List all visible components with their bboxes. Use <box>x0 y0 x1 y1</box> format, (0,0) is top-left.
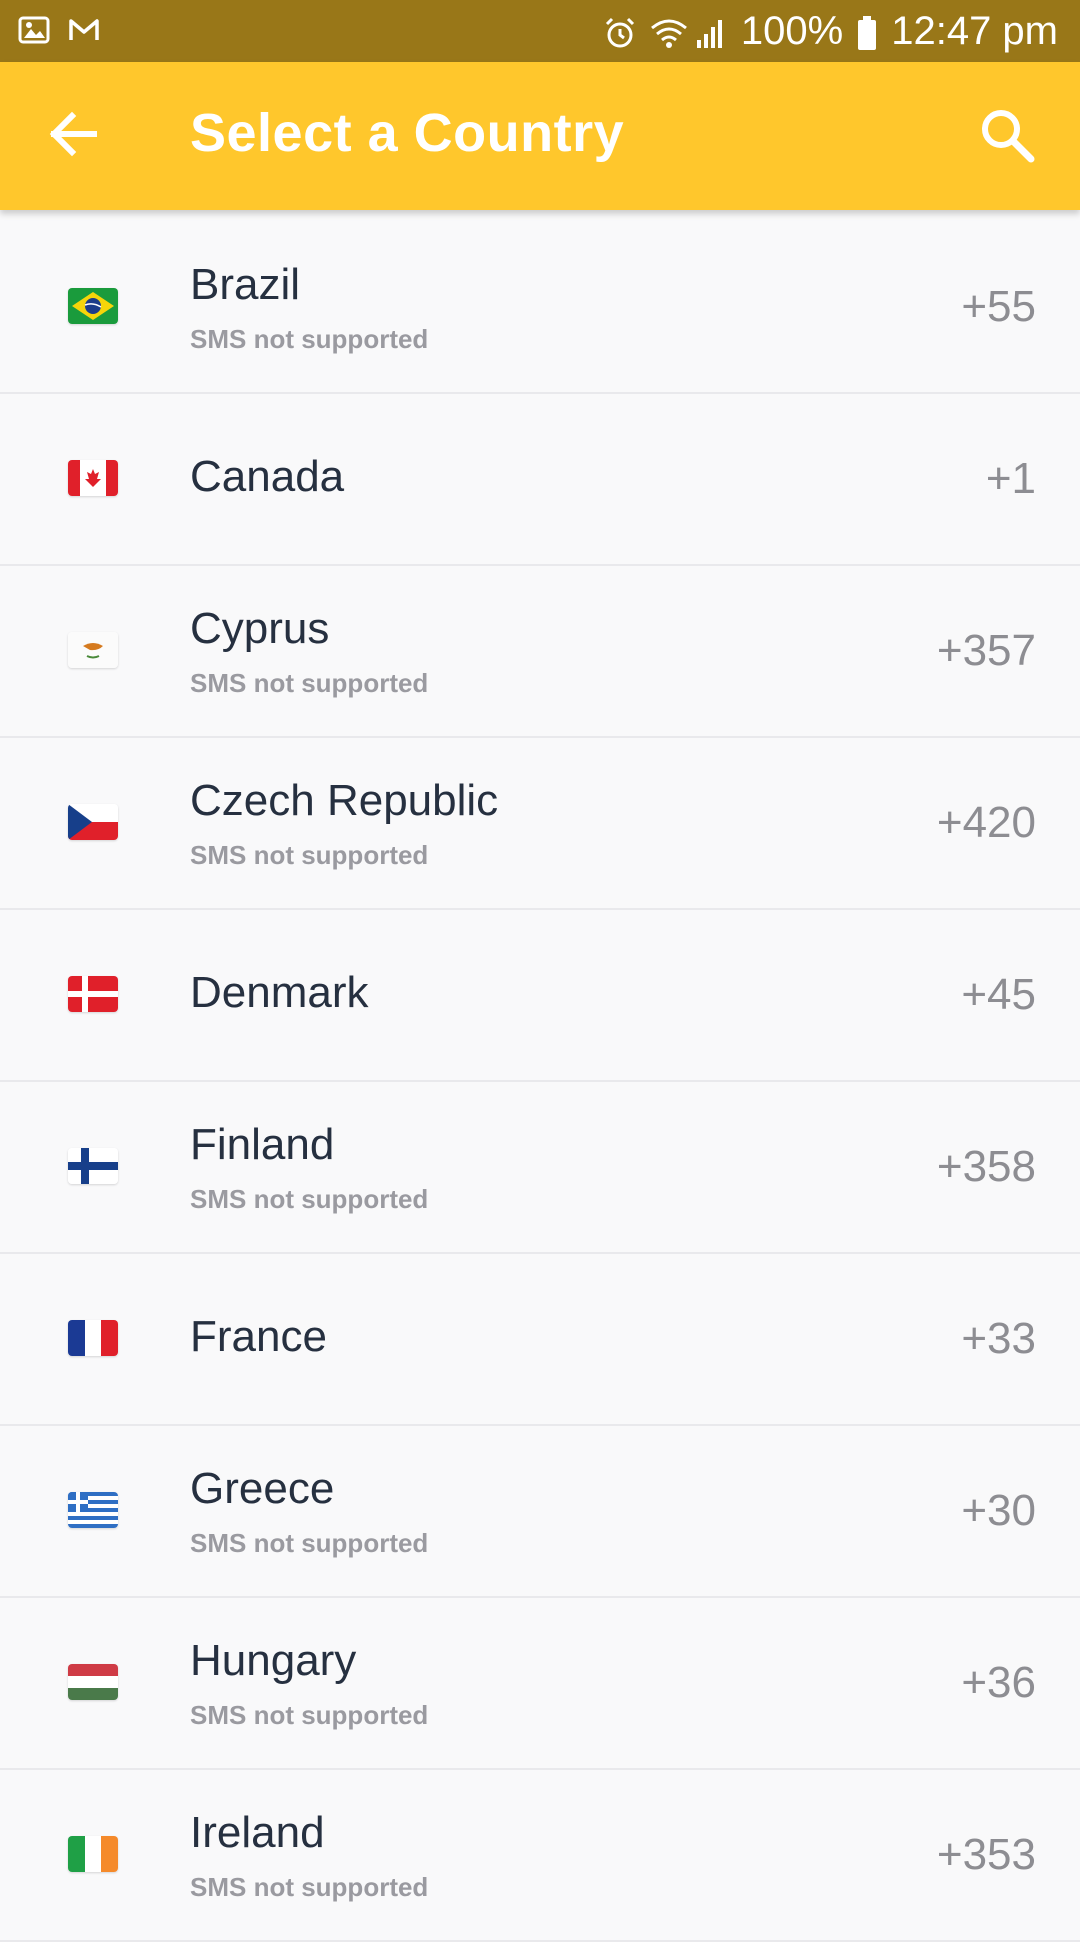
signal-icon <box>695 15 727 48</box>
clock: 12:47 pm <box>891 8 1058 53</box>
sms-note: SMS not supported <box>190 840 429 870</box>
country-name: Czech Republic <box>190 776 499 825</box>
image-icon <box>18 14 50 46</box>
greece-flag-icon <box>68 1492 118 1528</box>
country-row-czech-republic[interactable]: Czech Republic SMS not supported +420 <box>0 738 1080 910</box>
country-name: Greece <box>190 1464 335 1513</box>
country-row-cyprus[interactable]: Cyprus SMS not supported +357 <box>0 566 1080 738</box>
dial-code: +33 <box>961 1314 1036 1363</box>
hungary-flag-icon <box>68 1664 118 1700</box>
dial-code: +420 <box>936 798 1036 847</box>
country-row-denmark[interactable]: Denmark +45 <box>0 910 1080 1082</box>
dial-code: +36 <box>961 1658 1036 1707</box>
sms-note: SMS not supported <box>190 324 429 354</box>
country-name: Ireland <box>190 1808 325 1857</box>
france-flag-icon <box>68 1320 118 1356</box>
country-row-hungary[interactable]: Hungary SMS not supported +36 <box>0 1598 1080 1770</box>
country-row-greece[interactable]: Greece SMS not supported +30 <box>0 1426 1080 1598</box>
gmail-icon <box>68 14 100 46</box>
dial-code: +1 <box>985 454 1036 503</box>
dial-code: +358 <box>936 1142 1036 1191</box>
finland-flag-icon <box>68 1148 118 1184</box>
sms-note: SMS not supported <box>190 1184 429 1214</box>
country-row-france[interactable]: France +33 <box>0 1254 1080 1426</box>
page-title: Select a Country <box>190 103 625 163</box>
back-button[interactable] <box>40 106 104 166</box>
sms-note: SMS not supported <box>190 1528 429 1558</box>
battery-icon <box>857 15 877 50</box>
canada-flag-icon <box>68 460 118 496</box>
alarm-icon <box>603 15 635 48</box>
denmark-flag-icon <box>68 976 118 1012</box>
status-left-icons <box>18 14 100 46</box>
cyprus-flag-icon <box>68 632 118 668</box>
country-list: Brazil SMS not supported +55 Canada +1 C… <box>0 222 1080 1942</box>
country-name: Finland <box>190 1120 335 1169</box>
czech-flag-icon <box>68 804 118 840</box>
status-bar: 100% 12:47 pm <box>0 0 1080 62</box>
country-name: Brazil <box>190 260 301 309</box>
search-button[interactable] <box>974 104 1040 170</box>
country-row-ireland[interactable]: Ireland SMS not supported +353 <box>0 1770 1080 1942</box>
wifi-icon <box>649 15 687 48</box>
sms-note: SMS not supported <box>190 668 429 698</box>
country-name: Denmark <box>190 968 369 1017</box>
status-right: 100% 12:47 pm <box>603 0 1058 62</box>
sms-note: SMS not supported <box>190 1700 429 1730</box>
dial-code: +353 <box>936 1830 1036 1879</box>
country-row-canada[interactable]: Canada +1 <box>0 394 1080 566</box>
dial-code: +30 <box>961 1486 1036 1535</box>
app-bar: Select a Country <box>0 62 1080 210</box>
battery-percent: 100% <box>740 8 844 53</box>
country-name: Hungary <box>190 1636 357 1685</box>
dial-code: +357 <box>936 626 1036 675</box>
country-name: Canada <box>190 452 345 501</box>
country-row-brazil[interactable]: Brazil SMS not supported +55 <box>0 222 1080 394</box>
country-name: France <box>190 1312 327 1361</box>
dial-code: +45 <box>961 970 1036 1019</box>
brazil-flag-icon <box>68 288 118 324</box>
sms-note: SMS not supported <box>190 1872 429 1902</box>
dial-code: +55 <box>961 282 1036 331</box>
ireland-flag-icon <box>68 1836 118 1872</box>
country-row-finland[interactable]: Finland SMS not supported +358 <box>0 1082 1080 1254</box>
country-name: Cyprus <box>190 604 330 653</box>
arrow-left-icon <box>46 110 98 163</box>
search-icon <box>979 107 1035 168</box>
